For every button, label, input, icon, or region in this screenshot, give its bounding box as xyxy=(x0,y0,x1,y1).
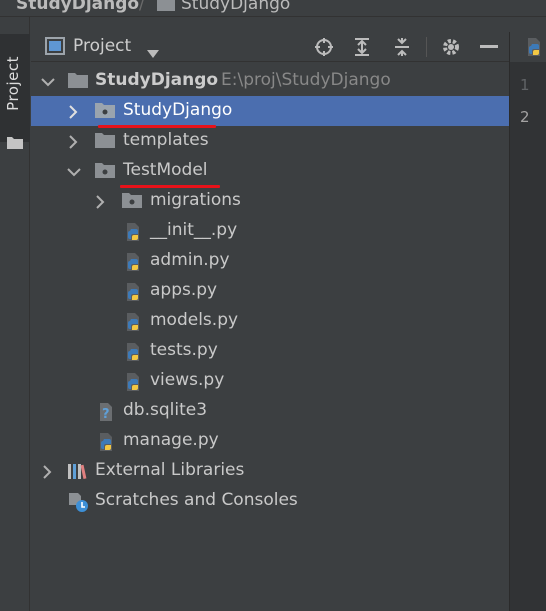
unknown-file-icon: ? xyxy=(96,401,118,427)
root-folder-path: E:\proj\StudyDjango xyxy=(221,70,391,90)
ide-window: StudyDjango / StudyDjango Project Projec… xyxy=(0,0,546,611)
breadcrumb-root[interactable]: StudyDjango xyxy=(16,0,139,14)
line-number: 2 xyxy=(520,108,530,126)
svg-text:?: ? xyxy=(102,407,110,422)
chevron-down-icon[interactable] xyxy=(41,74,55,93)
project-tool-tab[interactable]: Project xyxy=(0,34,30,149)
chevron-right-icon[interactable] xyxy=(94,194,106,213)
external-libraries-label: External Libraries xyxy=(95,460,245,480)
admin-py-label: admin.py xyxy=(150,250,230,270)
tree-row-migrations[interactable]: migrations xyxy=(31,186,509,216)
breadcrumb-separator: / xyxy=(139,0,145,14)
models-py-label: models.py xyxy=(150,310,239,330)
panel-title[interactable]: Project xyxy=(73,36,131,56)
migrations-label: migrations xyxy=(150,190,241,210)
project-panel-header: Project xyxy=(31,32,509,62)
tree-row-models-py[interactable]: models.py xyxy=(31,306,509,336)
tree-row-init-py[interactable]: __init__.py xyxy=(31,216,509,246)
gear-icon[interactable] xyxy=(439,35,463,59)
chevron-right-icon[interactable] xyxy=(67,134,79,153)
folder-icon xyxy=(67,71,89,93)
python-file-icon xyxy=(123,221,145,247)
chevron-right-icon[interactable] xyxy=(67,104,79,123)
db-sqlite3-label: db.sqlite3 xyxy=(123,400,208,420)
apps-py-label: apps.py xyxy=(150,280,218,300)
tree-row-testmodel[interactable]: TestModel xyxy=(31,156,509,186)
init-py-label: __init__.py xyxy=(150,220,238,240)
package-folder-icon xyxy=(121,191,143,213)
project-tab-label: Project xyxy=(4,56,22,111)
tree-row-root[interactable]: StudyDjango E:\proj\StudyDjango xyxy=(31,66,509,96)
templates-label: templates xyxy=(123,130,209,150)
expand-all-icon[interactable] xyxy=(350,35,374,59)
views-py-label: views.py xyxy=(150,370,225,390)
tree-row-manage-py[interactable]: manage.py xyxy=(31,426,509,456)
project-tree: StudyDjango E:\proj\StudyDjango StudyDja… xyxy=(31,66,509,611)
root-folder-name: StudyDjango xyxy=(95,70,219,90)
tree-row-studydjango-package[interactable]: StudyDjango xyxy=(31,96,509,126)
locate-icon[interactable] xyxy=(312,35,336,59)
library-icon xyxy=(67,461,89,485)
python-file-icon xyxy=(123,341,145,367)
editor-gutter: 1 2 xyxy=(509,62,546,611)
tree-row-scratches-and-consoles[interactable]: Scratches and Consoles xyxy=(31,486,509,516)
tree-row-apps-py[interactable]: apps.py xyxy=(31,276,509,306)
testmodel-label: TestModel xyxy=(123,160,208,180)
tree-row-tests-py[interactable]: tests.py xyxy=(31,336,509,366)
tree-row-db-sqlite3[interactable]: ? db.sqlite3 xyxy=(31,396,509,426)
project-view-icon xyxy=(45,37,65,59)
python-file-icon xyxy=(96,431,118,457)
scratches-icon xyxy=(67,491,91,517)
breadcrumb-divider xyxy=(0,16,546,17)
package-folder-icon xyxy=(94,161,116,183)
python-file-icon xyxy=(123,311,145,337)
tree-row-templates[interactable]: templates xyxy=(31,126,509,156)
folder-icon xyxy=(7,134,23,153)
python-file-icon xyxy=(123,251,145,277)
editor-tab-strip xyxy=(509,32,546,62)
folder-icon xyxy=(94,131,116,153)
tests-py-label: tests.py xyxy=(150,340,218,360)
chevron-down-icon[interactable] xyxy=(147,43,159,62)
manage-py-label: manage.py xyxy=(123,430,219,450)
python-file-icon xyxy=(123,281,145,307)
collapse-all-icon[interactable] xyxy=(390,35,414,59)
tree-row-views-py[interactable]: views.py xyxy=(31,366,509,396)
studydjango-package-label: StudyDjango xyxy=(123,100,233,120)
chevron-down-icon[interactable] xyxy=(67,164,81,183)
tree-row-external-libraries[interactable]: External Libraries xyxy=(31,456,509,486)
package-folder-icon xyxy=(94,101,116,123)
line-number: 1 xyxy=(520,76,530,94)
python-file-icon[interactable] xyxy=(524,36,546,62)
toolbar-divider xyxy=(426,37,427,57)
breadcrumb: StudyDjango / StudyDjango xyxy=(0,0,546,16)
tool-window-stripe: Project xyxy=(0,17,30,611)
chevron-right-icon[interactable] xyxy=(41,464,53,483)
breadcrumb-child[interactable]: StudyDjango xyxy=(181,0,290,14)
tree-row-admin-py[interactable]: admin.py xyxy=(31,246,509,276)
folder-icon xyxy=(156,0,176,16)
python-file-icon xyxy=(123,371,145,397)
minimize-icon[interactable] xyxy=(477,35,501,59)
scratches-and-consoles-label: Scratches and Consoles xyxy=(95,490,298,510)
